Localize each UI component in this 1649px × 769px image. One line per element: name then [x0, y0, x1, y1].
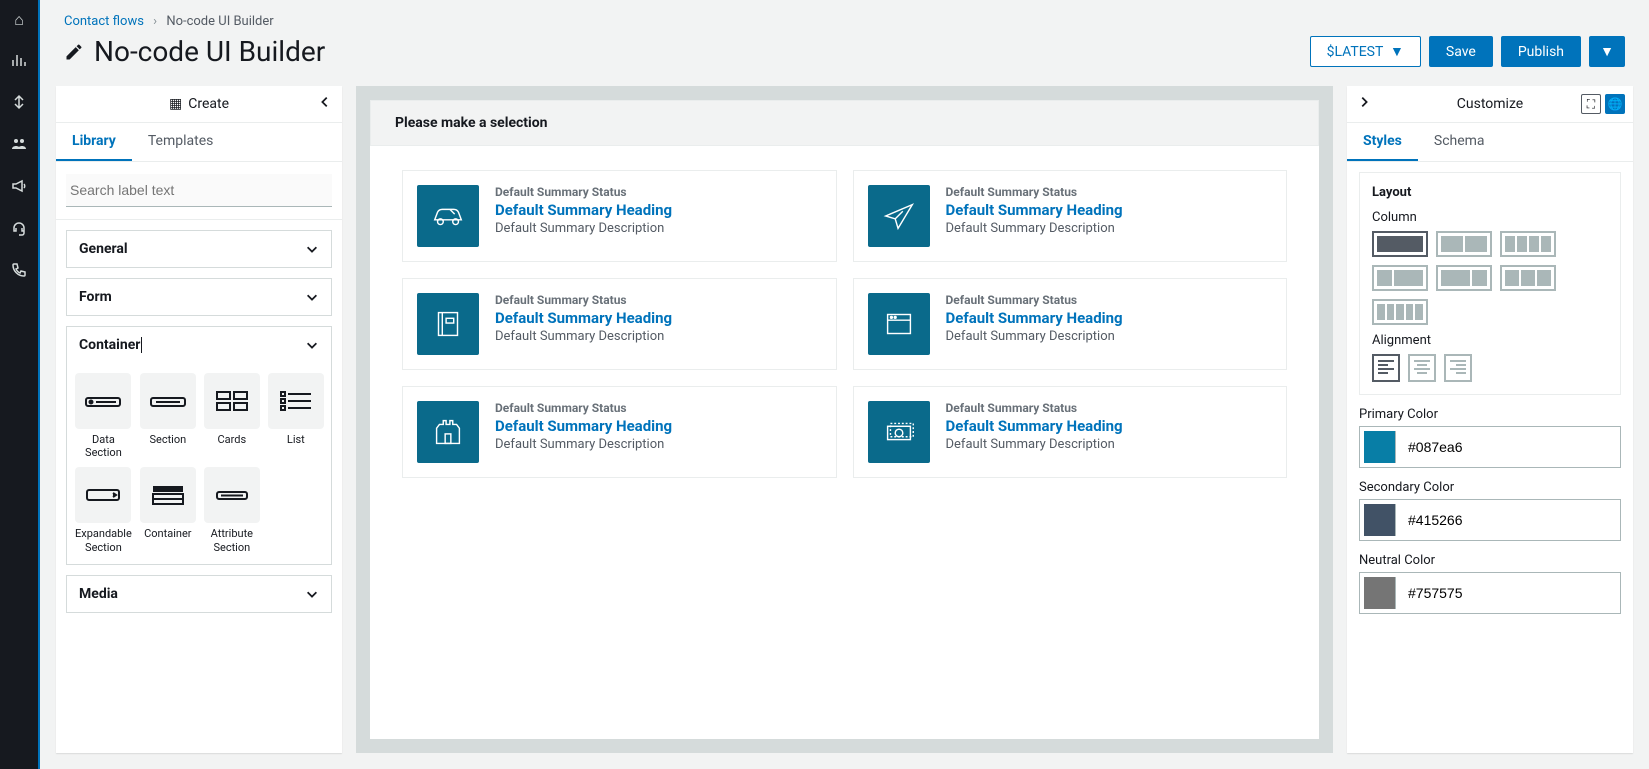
expand-right-icon[interactable]: [1357, 95, 1371, 113]
chevron-down-icon: [305, 338, 319, 352]
chevron-down-icon: [305, 587, 319, 601]
publish-dropdown[interactable]: ▼: [1589, 36, 1625, 67]
summary-card[interactable]: Default Summary StatusDefault Summary He…: [853, 386, 1288, 478]
align-right[interactable]: [1444, 354, 1472, 382]
grid-icon: ▦: [169, 96, 182, 112]
publish-button[interactable]: Publish: [1501, 36, 1581, 67]
page-title: No-code UI Builder: [94, 35, 325, 68]
accordion-form[interactable]: Form: [67, 279, 331, 315]
summary-card[interactable]: Default Summary StatusDefault Summary He…: [402, 386, 837, 478]
layout-section-title: Layout: [1372, 185, 1608, 200]
headset-icon[interactable]: [11, 220, 27, 240]
accordion-container[interactable]: Container: [67, 327, 331, 363]
routing-icon[interactable]: [11, 94, 27, 114]
column-layout-4[interactable]: [1500, 231, 1556, 257]
search-input[interactable]: [66, 174, 332, 207]
summary-card[interactable]: Default Summary StatusDefault Summary He…: [402, 278, 837, 370]
customize-panel: Customize ⛶ 🌐 Styles Schema Layout Colum…: [1347, 86, 1633, 753]
column-layout-1[interactable]: [1372, 231, 1428, 257]
primary-swatch: [1364, 431, 1396, 463]
align-left[interactable]: [1372, 354, 1400, 382]
accordion-media[interactable]: Media: [67, 576, 331, 612]
chevron-right-icon: ›: [153, 14, 157, 29]
edit-icon[interactable]: [64, 42, 84, 62]
primary-color-input[interactable]: [1359, 426, 1621, 468]
customize-panel-title: Customize: [1457, 96, 1523, 112]
book-icon: [417, 293, 479, 355]
lib-data-section[interactable]: [75, 373, 131, 429]
page-header: Contact flows › No-code UI Builder No-co…: [40, 0, 1649, 74]
lib-attribute[interactable]: [204, 467, 260, 523]
breadcrumb: Contact flows › No-code UI Builder: [64, 14, 1625, 29]
column-layout-5[interactable]: [1372, 299, 1428, 325]
window-icon: [868, 293, 930, 355]
lib-cards[interactable]: [204, 373, 260, 429]
castle-icon: [417, 401, 479, 463]
neutral-color-input[interactable]: [1359, 572, 1621, 614]
canvas: Please make a selection Default Summary …: [356, 86, 1333, 753]
column-layout-3[interactable]: [1500, 265, 1556, 291]
money-icon: [868, 401, 930, 463]
phone-icon[interactable]: [11, 262, 27, 282]
announce-icon[interactable]: [11, 178, 27, 198]
car-icon: [417, 185, 479, 247]
selection-banner: Please make a selection: [370, 100, 1319, 146]
accordion-general[interactable]: General: [67, 231, 331, 267]
collapse-left-icon[interactable]: [318, 95, 332, 113]
chevron-down-icon: [305, 242, 319, 256]
summary-card[interactable]: Default Summary StatusDefault Summary He…: [853, 278, 1288, 370]
lib-section[interactable]: [140, 373, 196, 429]
create-panel-title: Create: [188, 96, 229, 112]
tab-templates[interactable]: Templates: [132, 123, 230, 161]
lib-list[interactable]: [268, 373, 324, 429]
tab-library[interactable]: Library: [56, 123, 132, 161]
create-panel: ▦ Create Library Templates General: [56, 86, 342, 753]
tab-styles[interactable]: Styles: [1347, 123, 1418, 161]
column-layout-1-2[interactable]: [1372, 265, 1428, 291]
version-dropdown[interactable]: $LATEST ▼: [1310, 36, 1421, 67]
summary-card[interactable]: Default Summary StatusDefault Summary He…: [402, 170, 837, 262]
users-icon[interactable]: [11, 136, 27, 156]
save-button[interactable]: Save: [1429, 36, 1493, 67]
neutral-swatch: [1364, 577, 1396, 609]
breadcrumb-link[interactable]: Contact flows: [64, 14, 144, 29]
breadcrumb-current: No-code UI Builder: [166, 14, 273, 29]
column-layout-2[interactable]: [1436, 231, 1492, 257]
chevron-down-icon: [305, 290, 319, 304]
lib-expandable[interactable]: [75, 467, 131, 523]
fullscreen-icon[interactable]: ⛶: [1581, 94, 1601, 114]
align-center[interactable]: [1408, 354, 1436, 382]
lib-container[interactable]: [140, 467, 196, 523]
metrics-icon[interactable]: [11, 52, 27, 72]
column-layout-2-1[interactable]: [1436, 265, 1492, 291]
airplane-icon: [868, 185, 930, 247]
tab-schema[interactable]: Schema: [1418, 123, 1501, 161]
secondary-swatch: [1364, 504, 1396, 536]
summary-card[interactable]: Default Summary StatusDefault Summary He…: [853, 170, 1288, 262]
nav-rail: ⌂: [0, 0, 40, 769]
globe-icon[interactable]: 🌐: [1605, 94, 1625, 114]
home-icon[interactable]: ⌂: [14, 10, 24, 30]
secondary-color-input[interactable]: [1359, 499, 1621, 541]
